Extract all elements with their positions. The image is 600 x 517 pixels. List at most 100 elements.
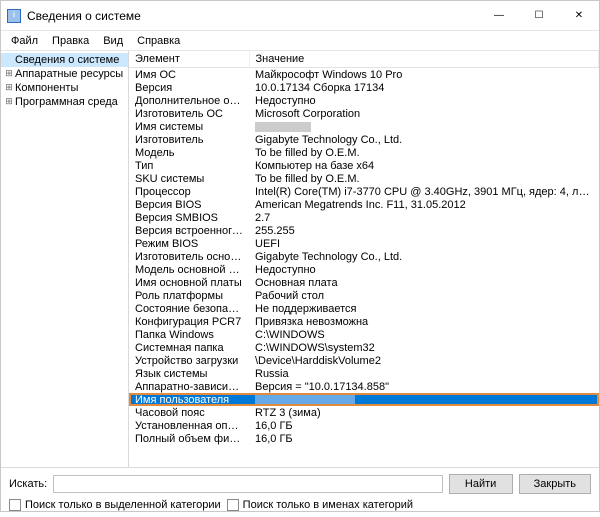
- menu-file[interactable]: Файл: [5, 33, 44, 49]
- table-row[interactable]: Полный объем физической па...16,0 ГБ: [129, 432, 599, 445]
- menu-view[interactable]: Вид: [97, 33, 129, 49]
- table-row[interactable]: Роль платформыРабочий стол: [129, 289, 599, 302]
- table-row[interactable]: Язык системыRussia: [129, 367, 599, 380]
- cell-value: Gigabyte Technology Co., Ltd.: [249, 250, 599, 263]
- table-scroll[interactable]: Элемент Значение Имя ОСМайкрософт Window…: [129, 51, 599, 467]
- minimize-button[interactable]: —: [479, 1, 519, 30]
- cell-value: Привязка невозможна: [249, 315, 599, 328]
- table-row[interactable]: Имя основной платыОсновная плата: [129, 276, 599, 289]
- table-row[interactable]: Установленная оперативная п...16,0 ГБ: [129, 419, 599, 432]
- cell-value: American Megatrends Inc. F11, 31.05.2012: [249, 198, 599, 211]
- table-row[interactable]: Системная папкаC:\WINDOWS\system32: [129, 341, 599, 354]
- cell-element: Системная папка: [129, 341, 249, 354]
- cell-element: Режим BIOS: [129, 237, 249, 250]
- cell-value: C:\WINDOWS: [249, 328, 599, 341]
- table-row[interactable]: Дополнительное описание ОСНедоступно: [129, 94, 599, 107]
- window-title: Сведения о системе: [27, 9, 479, 23]
- cell-element: Роль платформы: [129, 289, 249, 302]
- cell-element: Процессор: [129, 185, 249, 198]
- table-row[interactable]: Имя пользователя: [129, 393, 599, 406]
- checkbox-selected-category[interactable]: Поиск только в выделенной категории: [9, 499, 221, 511]
- column-element[interactable]: Элемент: [129, 51, 249, 68]
- system-info-table: Элемент Значение Имя ОСМайкрософт Window…: [129, 51, 599, 445]
- cell-element: Изготовитель: [129, 133, 249, 146]
- table-row[interactable]: Изготовитель основной платыGigabyte Tech…: [129, 250, 599, 263]
- table-row[interactable]: Модель основной платыНедоступно: [129, 263, 599, 276]
- close-search-button[interactable]: Закрыть: [519, 474, 591, 494]
- menu-edit[interactable]: Правка: [46, 33, 95, 49]
- tree-expand-icon[interactable]: ⊞: [3, 97, 15, 107]
- cell-element: Версия встроенного контролл...: [129, 224, 249, 237]
- cell-value: Microsoft Corporation: [249, 107, 599, 120]
- table-row[interactable]: Папка WindowsC:\WINDOWS: [129, 328, 599, 341]
- search-bar: Искать: Найти Закрыть Поиск только в выд…: [1, 467, 599, 517]
- table-row[interactable]: Версия10.0.17134 Сборка 17134: [129, 81, 599, 94]
- search-label: Искать:: [9, 478, 47, 490]
- cell-value: Рабочий стол: [249, 289, 599, 302]
- sidebar-item-label: Программная среда: [15, 96, 118, 108]
- table-row[interactable]: ТипКомпьютер на базе x64: [129, 159, 599, 172]
- cell-value: [249, 393, 599, 406]
- checkbox-label: Поиск только в именах категорий: [243, 499, 413, 511]
- sidebar-item[interactable]: ⊞Компоненты: [1, 81, 128, 95]
- cell-value: Intel(R) Core(TM) i7-3770 CPU @ 3.40GHz,…: [249, 185, 599, 198]
- table-row[interactable]: Версия встроенного контролл...255.255: [129, 224, 599, 237]
- table-row[interactable]: Устройство загрузки\Device\HarddiskVolum…: [129, 354, 599, 367]
- checkbox-box-icon: [227, 499, 239, 511]
- close-button[interactable]: ✕: [559, 1, 599, 30]
- table-row[interactable]: Версия BIOSAmerican Megatrends Inc. F11,…: [129, 198, 599, 211]
- table-row[interactable]: Имя системы: [129, 120, 599, 133]
- cell-element: Имя системы: [129, 120, 249, 133]
- cell-element: Конфигурация PCR7: [129, 315, 249, 328]
- cell-element: Изготовитель основной платы: [129, 250, 249, 263]
- cell-element: Тип: [129, 159, 249, 172]
- cell-element: Состояние безопасной загруз...: [129, 302, 249, 315]
- sidebar-item[interactable]: ⊞Аппаратные ресурсы: [1, 67, 128, 81]
- cell-value: [249, 120, 599, 133]
- cell-value: Gigabyte Technology Co., Ltd.: [249, 133, 599, 146]
- tree-expand-icon[interactable]: ⊞: [3, 69, 15, 79]
- checkbox-box-icon: [9, 499, 21, 511]
- table-row[interactable]: ИзготовительGigabyte Technology Co., Ltd…: [129, 133, 599, 146]
- cell-value: Не поддерживается: [249, 302, 599, 315]
- menu-help[interactable]: Справка: [131, 33, 186, 49]
- cell-element: Модель: [129, 146, 249, 159]
- table-row[interactable]: Изготовитель ОСMicrosoft Corporation: [129, 107, 599, 120]
- table-row[interactable]: Часовой поясRTZ 3 (зима): [129, 406, 599, 419]
- cell-element: Папка Windows: [129, 328, 249, 341]
- cell-element: Версия: [129, 81, 249, 94]
- maximize-button[interactable]: ☐: [519, 1, 559, 30]
- find-button[interactable]: Найти: [449, 474, 513, 494]
- table-row[interactable]: Имя ОСМайкрософт Windows 10 Pro: [129, 68, 599, 82]
- app-icon: i: [7, 9, 21, 23]
- column-value[interactable]: Значение: [249, 51, 599, 68]
- table-row[interactable]: МодельTo be filled by O.E.M.: [129, 146, 599, 159]
- cell-element: Аппаратно-зависимый уровен...: [129, 380, 249, 393]
- sidebar: Сведения о системе⊞Аппаратные ресурсы⊞Ко…: [1, 51, 129, 467]
- content-pane: Элемент Значение Имя ОСМайкрософт Window…: [129, 51, 599, 467]
- cell-value: To be filled by O.E.M.: [249, 172, 599, 185]
- cell-element: Часовой пояс: [129, 406, 249, 419]
- search-input[interactable]: [53, 475, 442, 493]
- table-row[interactable]: Аппаратно-зависимый уровен...Версия = "1…: [129, 380, 599, 393]
- table-row[interactable]: SKU системыTo be filled by O.E.M.: [129, 172, 599, 185]
- table-row[interactable]: ПроцессорIntel(R) Core(TM) i7-3770 CPU @…: [129, 185, 599, 198]
- table-row[interactable]: Режим BIOSUEFI: [129, 237, 599, 250]
- checkbox-label: Поиск только в выделенной категории: [25, 499, 221, 511]
- sidebar-item[interactable]: ⊞Программная среда: [1, 95, 128, 109]
- table-row[interactable]: Состояние безопасной загруз...Не поддерж…: [129, 302, 599, 315]
- cell-element: Устройство загрузки: [129, 354, 249, 367]
- cell-element: Язык системы: [129, 367, 249, 380]
- sidebar-item[interactable]: Сведения о системе: [1, 53, 128, 67]
- cell-value: 10.0.17134 Сборка 17134: [249, 81, 599, 94]
- checkbox-names-only[interactable]: Поиск только в именах категорий: [227, 499, 413, 511]
- table-row[interactable]: Версия SMBIOS2.7: [129, 211, 599, 224]
- cell-element: Дополнительное описание ОС: [129, 94, 249, 107]
- tree-expand-icon[interactable]: ⊞: [3, 83, 15, 93]
- sidebar-item-label: Аппаратные ресурсы: [15, 68, 123, 80]
- cell-value: 16,0 ГБ: [249, 419, 599, 432]
- cell-value: Майкрософт Windows 10 Pro: [249, 68, 599, 82]
- table-row[interactable]: Конфигурация PCR7Привязка невозможна: [129, 315, 599, 328]
- cell-value: To be filled by O.E.M.: [249, 146, 599, 159]
- cell-value: Версия = "10.0.17134.858": [249, 380, 599, 393]
